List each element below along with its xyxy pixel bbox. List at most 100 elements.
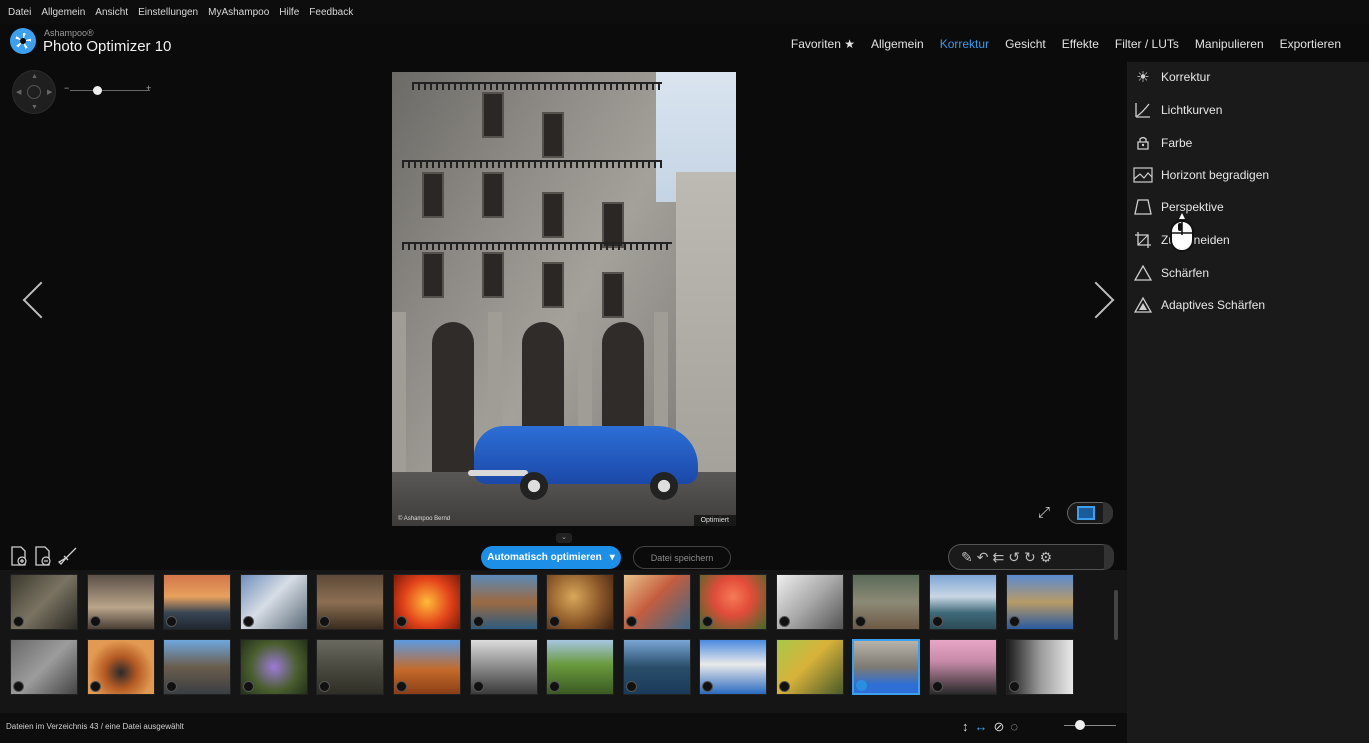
thumbnail[interactable] bbox=[470, 639, 538, 695]
thumbnail[interactable] bbox=[929, 639, 997, 695]
tab-allgemein[interactable]: Allgemein bbox=[863, 37, 932, 51]
undo-icon[interactable]: ↶ bbox=[977, 549, 989, 566]
auto-optimize-button[interactable]: Automatisch optimieren ▾ bbox=[481, 546, 621, 569]
select-circle-icon[interactable] bbox=[319, 681, 330, 692]
thumbnail[interactable] bbox=[776, 574, 844, 630]
thumbnail[interactable] bbox=[163, 639, 231, 695]
selected-check-icon[interactable] bbox=[856, 680, 867, 691]
menu-ansicht[interactable]: Ansicht bbox=[95, 7, 128, 18]
select-circle-icon[interactable] bbox=[779, 681, 790, 692]
select-circle-icon[interactable] bbox=[319, 616, 330, 627]
select-circle-icon[interactable] bbox=[855, 616, 866, 627]
menu-feedback[interactable]: Feedback bbox=[309, 7, 353, 18]
menu-einstellungen[interactable]: Einstellungen bbox=[138, 7, 198, 18]
thumbnail[interactable] bbox=[546, 574, 614, 630]
select-circle-icon[interactable] bbox=[702, 616, 713, 627]
tab-gesicht[interactable]: Gesicht bbox=[997, 37, 1054, 51]
thumbnail[interactable] bbox=[699, 574, 767, 630]
pan-down-icon[interactable]: ▼ bbox=[31, 104, 38, 111]
menu-myashampoo[interactable]: MyAshampoo bbox=[208, 7, 269, 18]
zoom-slider-handle[interactable] bbox=[93, 86, 102, 95]
thumbnail-size-handle[interactable] bbox=[1075, 720, 1085, 730]
thumbnail-selected[interactable] bbox=[852, 639, 920, 695]
thumbnail[interactable] bbox=[10, 639, 78, 695]
thumbnail[interactable] bbox=[393, 574, 461, 630]
horizontal-layout-icon[interactable]: ↔ bbox=[975, 719, 988, 735]
select-circle-icon[interactable] bbox=[626, 681, 637, 692]
select-circle-icon[interactable] bbox=[473, 616, 484, 627]
tab-favoriten[interactable]: Favoriten ★ bbox=[783, 37, 863, 51]
select-circle-icon[interactable] bbox=[90, 616, 101, 627]
compare-dropdown-icon[interactable] bbox=[1103, 502, 1113, 524]
zoom-plus-icon[interactable]: + bbox=[146, 83, 151, 93]
pan-navigator[interactable]: ▲ ▼ ◀ ▶ bbox=[12, 70, 56, 114]
undo-all-icon[interactable]: ⇇ bbox=[992, 549, 1004, 566]
vertical-layout-icon[interactable]: ↕ bbox=[962, 719, 969, 735]
select-circle-icon[interactable] bbox=[13, 681, 24, 692]
select-circle-icon[interactable] bbox=[13, 616, 24, 627]
filmstrip-scrollbar[interactable] bbox=[1114, 590, 1118, 640]
thumbnail[interactable] bbox=[470, 574, 538, 630]
menu-datei[interactable]: Datei bbox=[8, 7, 31, 18]
select-circle-icon[interactable] bbox=[549, 681, 560, 692]
thumbnail[interactable] bbox=[316, 574, 384, 630]
select-circle-icon[interactable] bbox=[1009, 681, 1020, 692]
select-circle-icon[interactable] bbox=[396, 616, 407, 627]
tool-horizont[interactable]: Horizont begradigen bbox=[1133, 164, 1269, 186]
thumbnail-size-slider[interactable] bbox=[1064, 725, 1116, 726]
thumbnail[interactable] bbox=[240, 574, 308, 630]
select-circle-icon[interactable] bbox=[396, 681, 407, 692]
previous-image-icon[interactable] bbox=[22, 281, 60, 319]
thumbnail[interactable] bbox=[546, 639, 614, 695]
tool-lichtkurven[interactable]: Lichtkurven bbox=[1133, 99, 1222, 121]
select-circle-icon[interactable] bbox=[243, 616, 254, 627]
zoom-minus-icon[interactable]: − bbox=[64, 83, 69, 93]
select-all-icon[interactable]: ⊘ bbox=[994, 719, 1005, 735]
chevron-down-icon[interactable]: ▾ bbox=[610, 552, 615, 563]
pan-up-icon[interactable]: ▲ bbox=[31, 73, 38, 80]
thumbnail[interactable] bbox=[393, 639, 461, 695]
select-circle-icon[interactable] bbox=[702, 681, 713, 692]
select-circle-icon[interactable] bbox=[473, 681, 484, 692]
menu-hilfe[interactable]: Hilfe bbox=[279, 7, 299, 18]
add-folder-icon[interactable] bbox=[34, 546, 52, 571]
rotate-left-icon[interactable]: ↺ bbox=[1008, 549, 1020, 566]
clean-brush-icon[interactable] bbox=[57, 546, 78, 571]
select-circle-icon[interactable] bbox=[243, 681, 254, 692]
select-circle-icon[interactable] bbox=[166, 616, 177, 627]
tool-farbe[interactable]: Farbe bbox=[1133, 132, 1192, 154]
select-circle-icon[interactable] bbox=[90, 681, 101, 692]
thumbnail[interactable] bbox=[699, 639, 767, 695]
tab-filter-luts[interactable]: Filter / LUTs bbox=[1107, 37, 1187, 51]
edit-dropdown-icon[interactable] bbox=[1104, 544, 1114, 570]
compare-view-toggle[interactable] bbox=[1067, 502, 1113, 524]
select-none-icon[interactable]: ◌ bbox=[1010, 719, 1018, 735]
rotate-right-icon[interactable]: ↻ bbox=[1024, 549, 1036, 566]
select-circle-icon[interactable] bbox=[626, 616, 637, 627]
add-file-icon[interactable] bbox=[10, 546, 28, 571]
thumbnail[interactable] bbox=[623, 574, 691, 630]
thumbnail[interactable] bbox=[316, 639, 384, 695]
tab-effekte[interactable]: Effekte bbox=[1054, 37, 1107, 51]
thumbnail[interactable] bbox=[10, 574, 78, 630]
fullscreen-icon[interactable]: ⤢ bbox=[1038, 505, 1054, 521]
menu-allgemein[interactable]: Allgemein bbox=[41, 7, 85, 18]
select-circle-icon[interactable] bbox=[932, 616, 943, 627]
pan-left-icon[interactable]: ◀ bbox=[16, 88, 21, 96]
save-file-button[interactable]: Datei speichern bbox=[633, 546, 731, 569]
thumbnail[interactable] bbox=[929, 574, 997, 630]
tool-schaerfen[interactable]: Schärfen bbox=[1133, 262, 1209, 284]
tool-korrektur[interactable]: ☀ Korrektur bbox=[1133, 66, 1210, 88]
next-image-icon[interactable] bbox=[1077, 281, 1115, 319]
thumbnail[interactable] bbox=[852, 574, 920, 630]
select-circle-icon[interactable] bbox=[932, 681, 943, 692]
tab-korrektur[interactable]: Korrektur bbox=[932, 37, 997, 51]
select-circle-icon[interactable] bbox=[549, 616, 560, 627]
thumbnail[interactable] bbox=[240, 639, 308, 695]
thumbnail[interactable] bbox=[1006, 574, 1074, 630]
select-circle-icon[interactable] bbox=[166, 681, 177, 692]
zoom-slider-track[interactable] bbox=[70, 90, 150, 91]
thumbnail[interactable] bbox=[776, 639, 844, 695]
thumbnail[interactable] bbox=[1006, 639, 1074, 695]
select-circle-icon[interactable] bbox=[1009, 616, 1020, 627]
